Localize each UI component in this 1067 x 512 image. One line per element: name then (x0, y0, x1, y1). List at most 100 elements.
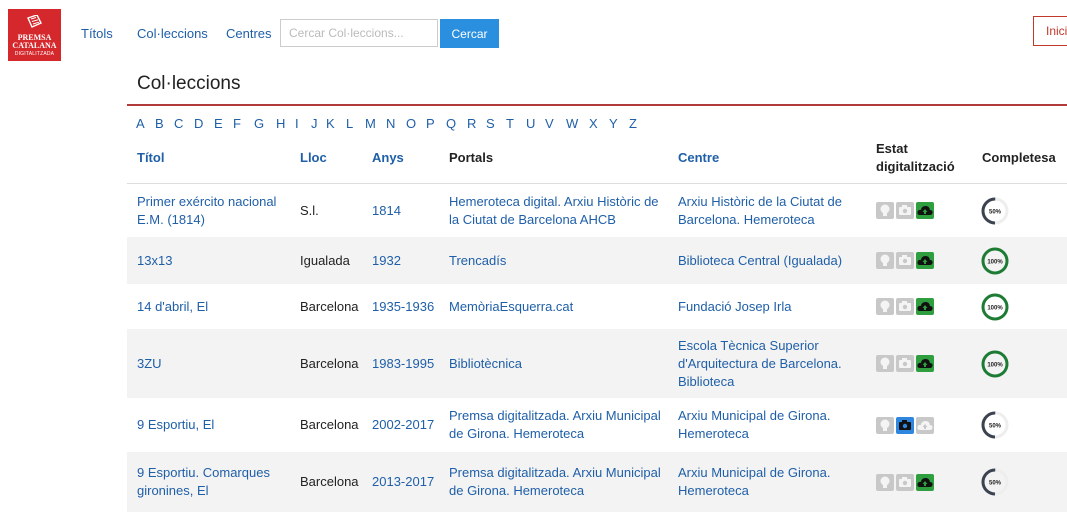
row-centre-link[interactable]: Escola Tècnica Superior d'Arquitectura de… (678, 337, 842, 391)
digitization-status (876, 417, 935, 434)
alphabet-letter-k[interactable]: K (326, 116, 335, 131)
alphabet-letter-a[interactable]: A (136, 116, 145, 131)
alphabet-letter-h[interactable]: H (276, 116, 285, 131)
row-anys-link[interactable]: 2013-2017 (372, 473, 434, 491)
search-input[interactable] (280, 19, 438, 47)
row-portal-link[interactable]: MemòriaEsquerra.cat (449, 298, 573, 316)
alphabet-letter-x[interactable]: X (589, 116, 598, 131)
alphabet-letter-s[interactable]: S (486, 116, 495, 131)
row-centre-link-line[interactable]: Fundació Josep Irla (678, 298, 791, 316)
row-anys-link[interactable]: 2002-2017 (372, 416, 434, 434)
cloud-icon (916, 417, 934, 434)
header-anys[interactable]: Anys (372, 150, 404, 165)
login-button[interactable]: Inici (1033, 16, 1067, 46)
row-titol-link-line[interactable]: 3ZU (137, 355, 162, 373)
alphabet-letter-w[interactable]: W (566, 116, 578, 131)
row-titol-link[interactable]: 3ZU (137, 355, 162, 373)
row-portal-link-line[interactable]: de Girona. Hemeroteca (449, 482, 661, 500)
row-portal-link-line[interactable]: Bibliotècnica (449, 355, 522, 373)
row-titol-link-line[interactable]: gironines, El (137, 482, 270, 500)
row-portal-link-line[interactable]: la Ciutat de Barcelona AHCB (449, 211, 659, 229)
alphabet-letter-q[interactable]: Q (446, 116, 456, 131)
row-centre-link[interactable]: Arxiu Municipal de Girona. Hemeroteca (678, 407, 830, 443)
brand-line-3: DIGITALITZADA (14, 51, 55, 57)
row-centre-link-line[interactable]: Hemeroteca (678, 482, 830, 500)
row-portal-link-line[interactable]: Trencadís (449, 252, 506, 270)
row-centre-link[interactable]: Arxiu Històric de la Ciutat de Barcelona.… (678, 193, 842, 229)
digitization-status (876, 355, 935, 372)
row-centre-link[interactable]: Biblioteca Central (Igualada) (678, 252, 842, 270)
alphabet-letter-f[interactable]: F (233, 116, 241, 131)
table-row: 13x13 Igualada 1932 Trencadís Biblioteca Cen… (127, 237, 1067, 284)
header-centre[interactable]: Centre (678, 150, 719, 165)
alphabet-letter-t[interactable]: T (506, 116, 514, 131)
row-portal-link[interactable]: Trencadís (449, 252, 506, 270)
row-titol-link-line[interactable]: 9 Esportiu. Comarques (137, 464, 270, 482)
lightbulb-icon (876, 355, 894, 372)
row-centre-link-line[interactable]: Arxiu Municipal de Girona. (678, 464, 830, 482)
row-portal-link-line[interactable]: MemòriaEsquerra.cat (449, 298, 573, 316)
alphabet-letter-p[interactable]: P (426, 116, 435, 131)
alphabet-letter-b[interactable]: B (155, 116, 164, 131)
alphabet-letter-r[interactable]: R (467, 116, 476, 131)
alphabet-letter-u[interactable]: U (526, 116, 535, 131)
lightbulb-icon (876, 474, 894, 491)
alphabet-letter-i[interactable]: I (295, 116, 299, 131)
row-titol-link[interactable]: Primer exército nacional E.M. (1814) (137, 193, 276, 229)
header-estat-line1: Estat (876, 141, 908, 156)
row-portal-link-line[interactable]: Premsa digitalitzada. Arxiu Municipal (449, 407, 661, 425)
nav-titols-link[interactable]: Títols (81, 26, 113, 41)
row-centre-link-line[interactable]: Biblioteca Central (Igualada) (678, 252, 842, 270)
search-button[interactable]: Cercar (440, 19, 499, 48)
completeness-label: 50% (989, 210, 1002, 216)
alphabet-letter-y[interactable]: Y (609, 116, 618, 131)
row-centre-link-line[interactable]: Barcelona. Hemeroteca (678, 211, 842, 229)
alphabet-letter-d[interactable]: D (194, 116, 203, 131)
row-portal-link[interactable]: Premsa digitalitzada. Arxiu Municipal de … (449, 407, 661, 443)
row-portal-link-line[interactable]: Premsa digitalitzada. Arxiu Municipal (449, 464, 661, 482)
camera-icon (896, 474, 914, 491)
alphabet-letter-e[interactable]: E (214, 116, 223, 131)
nav-centres-link[interactable]: Centres (226, 26, 272, 41)
alphabet-letter-c[interactable]: C (174, 116, 183, 131)
row-centre-link[interactable]: Fundació Josep Irla (678, 298, 791, 316)
nav-colleccions-link[interactable]: Col·leccions (137, 26, 208, 41)
row-titol-link-line[interactable]: E.M. (1814) (137, 211, 276, 229)
header-lloc[interactable]: Lloc (300, 150, 327, 165)
row-titol-link-line[interactable]: 14 d'abril, El (137, 298, 208, 316)
alphabet-letter-n[interactable]: N (386, 116, 395, 131)
brand-logo[interactable]: PREMSA CATALANA DIGITALITZADA (8, 9, 61, 61)
alphabet-letter-l[interactable]: L (346, 116, 353, 131)
row-anys-link[interactable]: 1983-1995 (372, 355, 434, 373)
header-titol[interactable]: Títol (137, 150, 164, 165)
alphabet-letter-z[interactable]: Z (629, 116, 637, 131)
row-titol-link-line[interactable]: 9 Esportiu, El (137, 416, 214, 434)
row-titol-link-line[interactable]: Primer exército nacional (137, 193, 276, 211)
row-titol-link[interactable]: 14 d'abril, El (137, 298, 208, 316)
row-centre-link-line[interactable]: Arxiu Municipal de Girona. (678, 407, 830, 425)
alphabet-letter-m[interactable]: M (365, 116, 376, 131)
alphabet-letter-g[interactable]: G (254, 116, 264, 131)
alphabet-letter-v[interactable]: V (545, 116, 554, 131)
row-centre-link-line[interactable]: Arxiu Històric de la Ciutat de (678, 193, 842, 211)
row-centre-link-line[interactable]: d'Arquitectura de Barcelona. (678, 355, 842, 373)
row-centre-link-line[interactable]: Escola Tècnica Superior (678, 337, 842, 355)
row-titol-link-line[interactable]: 13x13 (137, 252, 172, 270)
row-lloc: Barcelona (300, 417, 359, 432)
row-titol-link[interactable]: 9 Esportiu, El (137, 416, 214, 434)
row-anys-link[interactable]: 1932 (372, 252, 401, 270)
row-portal-link-line[interactable]: de Girona. Hemeroteca (449, 425, 661, 443)
alphabet-letter-o[interactable]: O (406, 116, 416, 131)
row-centre-link-line[interactable]: Hemeroteca (678, 425, 830, 443)
row-portal-link[interactable]: Bibliotècnica (449, 355, 522, 373)
row-portal-link-line[interactable]: Hemeroteca digital. Arxiu Històric de (449, 193, 659, 211)
row-titol-link[interactable]: 13x13 (137, 252, 172, 270)
row-lloc: Igualada (300, 253, 350, 268)
row-anys-link[interactable]: 1814 (372, 202, 401, 220)
row-centre-link-line[interactable]: Biblioteca (678, 373, 842, 391)
camera-icon (896, 298, 914, 315)
alphabet-letter-j[interactable]: J (311, 116, 318, 131)
brand-line-2: CATALANA (12, 41, 57, 50)
row-portal-link[interactable]: Hemeroteca digital. Arxiu Històric de la … (449, 193, 659, 229)
row-anys-link[interactable]: 1935-1936 (372, 298, 434, 316)
